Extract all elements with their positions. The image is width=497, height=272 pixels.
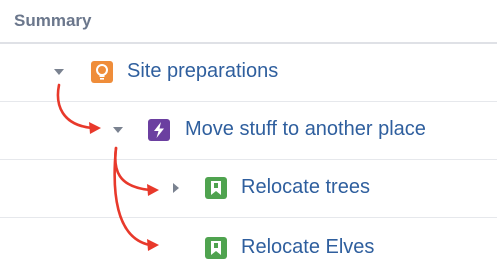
issue-link-relocate-trees[interactable]: Relocate trees [241, 176, 370, 199]
expand-toggle-icon[interactable] [51, 64, 67, 80]
summary-column-label: Summary [14, 11, 92, 30]
lightbulb-icon [91, 61, 113, 83]
bookmark-icon [205, 177, 227, 199]
issue-row-move-stuff: Move stuff to another place [0, 102, 497, 160]
summary-header: Summary [0, 0, 497, 44]
lightning-icon [148, 119, 170, 141]
issue-row-site-preparations: Site preparations [0, 44, 497, 102]
issue-row-relocate-elves: Relocate Elves [0, 218, 497, 272]
expand-toggle-icon[interactable] [110, 122, 126, 138]
collapse-toggle-icon[interactable] [168, 180, 184, 196]
issue-link-move-stuff[interactable]: Move stuff to another place [185, 118, 426, 141]
issue-row-relocate-trees: Relocate trees [0, 160, 497, 218]
issue-link-site-preparations[interactable]: Site preparations [127, 60, 278, 83]
issue-link-relocate-elves[interactable]: Relocate Elves [241, 236, 374, 259]
bookmark-icon [205, 237, 227, 259]
